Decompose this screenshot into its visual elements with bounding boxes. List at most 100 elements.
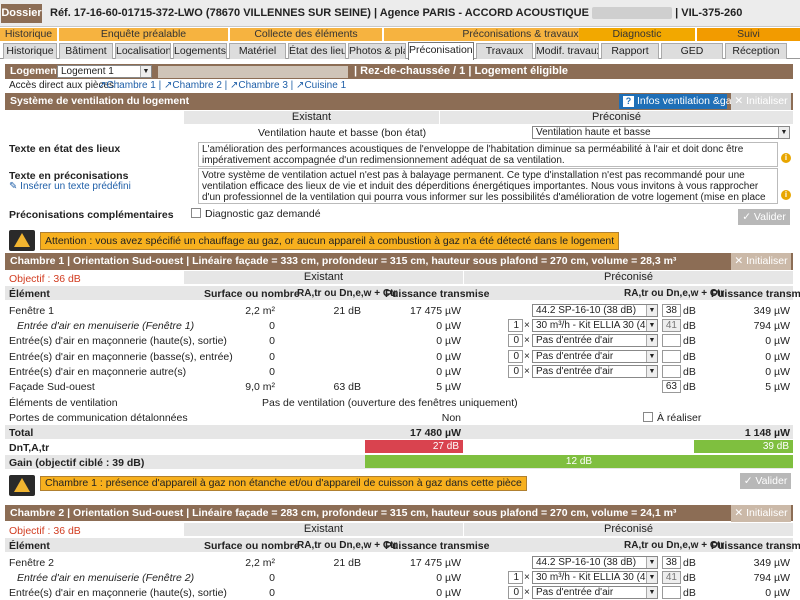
row-product-select[interactable]: Pas d'entrée d'air ▼ bbox=[532, 350, 658, 363]
tab-preconisations[interactable]: Préconisations bbox=[408, 42, 474, 60]
tab-modif-travaux[interactable]: Modif. travaux bbox=[535, 43, 599, 59]
row-db-input[interactable] bbox=[662, 334, 681, 347]
row-db-input: 41 bbox=[662, 571, 681, 584]
info-ventilation-button[interactable]: ? Infos ventilation &gaz bbox=[619, 94, 737, 109]
room-header: Chambre 2 | Orientation Sud-ouest | Liné… bbox=[5, 505, 793, 521]
inserer-texte-label: Insérer un texte prédéfini bbox=[20, 181, 131, 192]
row-db-input: 41 bbox=[662, 319, 681, 332]
times-icon: × bbox=[524, 366, 530, 377]
row-db-input[interactable] bbox=[662, 365, 681, 378]
phase-enquete[interactable]: Enquête préalable bbox=[59, 28, 228, 41]
col-existant-header: Existant bbox=[184, 523, 463, 536]
row-multiplier-input[interactable]: 0 bbox=[508, 350, 523, 363]
puissance-header: Puissance transmise bbox=[385, 288, 490, 300]
row-ratr: 63 dB bbox=[333, 381, 361, 393]
wrench-icon: ✕ bbox=[734, 255, 747, 267]
times-icon: × bbox=[524, 320, 530, 331]
room-valider-label: Valider bbox=[755, 475, 788, 487]
row-multiplier-input[interactable]: 1 bbox=[508, 319, 523, 332]
phase-historique[interactable]: Historique bbox=[0, 28, 57, 41]
row-db-unit: dB bbox=[683, 572, 696, 584]
tab-localisation[interactable]: Localisation bbox=[115, 43, 171, 59]
row-multiplier-input[interactable]: 0 bbox=[508, 334, 523, 347]
header-bar: Dossier Réf. 17-16-60-01715-372-LWO (786… bbox=[0, 0, 800, 27]
phase-diagnostic[interactable]: Diagnostic bbox=[579, 28, 695, 41]
dnt-label: DnT,A,tr bbox=[9, 442, 50, 454]
col-existant-header: Existant bbox=[184, 271, 463, 284]
prec-textarea[interactable]: Votre système de ventilation actuel n'es… bbox=[198, 168, 778, 204]
times-icon: × bbox=[524, 335, 530, 346]
row-surface: 0 bbox=[269, 320, 275, 332]
etat-textarea[interactable]: L'amélioration des performances acoustiq… bbox=[198, 142, 778, 167]
row-product-select[interactable]: 44.2 SP-16-10 (38 dB) ▼ bbox=[532, 304, 658, 317]
ventilation-select[interactable]: Ventilation haute et basse ▼ bbox=[532, 126, 790, 139]
chevron-down-icon: ▼ bbox=[646, 351, 657, 362]
row-element: Façade Sud-ouest bbox=[9, 381, 95, 393]
check-icon: ✓ bbox=[742, 211, 754, 223]
row-multiplier-input[interactable]: 1 bbox=[508, 571, 523, 584]
row-db-unit: dB bbox=[683, 351, 696, 363]
row-db-unit: dB bbox=[683, 366, 696, 378]
link-cuisine-1[interactable]: Cuisine 1 bbox=[304, 80, 346, 91]
row-multiplier-input[interactable]: 0 bbox=[508, 586, 523, 599]
total-preconise: 1 148 µW bbox=[744, 427, 790, 439]
row-element: Fenêtre 2 bbox=[9, 557, 54, 569]
row-multiplier-input[interactable]: 0 bbox=[508, 365, 523, 378]
logement-select[interactable]: Logement 1 ▼ bbox=[57, 65, 152, 78]
row-puissance-prec: 794 µW bbox=[753, 572, 790, 584]
row-db-input[interactable]: 63 bbox=[662, 380, 681, 393]
row-surface: 0 bbox=[269, 587, 275, 599]
chevron-down-icon: ▼ bbox=[646, 366, 657, 377]
tab-ged[interactable]: GED bbox=[661, 43, 723, 59]
room-initialiser-button[interactable]: ✕ Initialiser bbox=[731, 253, 791, 270]
realiser-label: À réaliser bbox=[657, 412, 702, 424]
tab-etat-des-lieux[interactable]: État des lieux bbox=[288, 43, 346, 59]
tab-logements[interactable]: Logements bbox=[173, 43, 227, 59]
etat-label: Texte en état des lieux bbox=[9, 143, 121, 155]
row-db-input[interactable] bbox=[662, 586, 681, 599]
tab-travaux[interactable]: Travaux bbox=[476, 43, 533, 59]
row-db-input[interactable] bbox=[662, 350, 681, 363]
gaz-checkbox[interactable] bbox=[191, 208, 201, 218]
row-product-select[interactable]: Pas d'entrée d'air ▼ bbox=[532, 586, 658, 599]
row-element: Entrée(s) d'air en maçonnerie (haute(s),… bbox=[9, 587, 227, 599]
row-product-select[interactable]: 44.2 SP-16-10 (38 dB) ▼ bbox=[532, 556, 658, 569]
tab-materiel[interactable]: Matériel bbox=[229, 43, 286, 59]
realiser-checkbox[interactable] bbox=[643, 412, 653, 422]
row-product-select[interactable]: 30 m³/h - Kit ELLIA 30 (41 dB) ▼ bbox=[532, 319, 658, 332]
initialiser-button[interactable]: ✕ Initialiser bbox=[731, 93, 791, 110]
row-puissance: 17 475 µW bbox=[410, 557, 461, 569]
info-icon: i bbox=[781, 153, 791, 163]
row-product-select[interactable]: Pas d'entrée d'air ▼ bbox=[532, 334, 658, 347]
link-chambre-3[interactable]: Chambre 3 bbox=[238, 80, 287, 91]
gaz-label: Diagnostic gaz demandé bbox=[205, 208, 321, 220]
row-db-input[interactable]: 38 bbox=[662, 304, 681, 317]
link-chambre-1[interactable]: Chambre 1 bbox=[106, 80, 155, 91]
link-chambre-2[interactable]: Chambre 2 bbox=[172, 80, 221, 91]
room-header: Chambre 1 | Orientation Sud-ouest | Liné… bbox=[5, 253, 793, 270]
row-product-value: Pas d'entrée d'air bbox=[536, 351, 614, 362]
row-product-select[interactable]: 30 m³/h - Kit ELLIA 30 (41 dB) ▼ bbox=[532, 571, 658, 584]
dossier-reference: Réf. 17-16-60-01715-372-LWO (78670 VILLE… bbox=[50, 0, 742, 27]
warning-gas-icon bbox=[9, 230, 35, 251]
row-db-input[interactable]: 38 bbox=[662, 556, 681, 569]
phase-suivi[interactable]: Suivi bbox=[697, 28, 800, 41]
inserer-texte-link[interactable]: ✎ Insérer un texte prédéfini bbox=[9, 181, 131, 192]
chevron-down-icon: ▼ bbox=[646, 305, 657, 316]
logement-select-value: Logement 1 bbox=[61, 66, 114, 77]
valider-button[interactable]: ✓ Valider bbox=[738, 209, 790, 225]
question-icon: ? bbox=[623, 96, 634, 107]
tab-batiment[interactable]: Bâtiment bbox=[59, 43, 113, 59]
edit-icon: ✎ bbox=[9, 181, 21, 192]
row-puissance-prec: 0 µW bbox=[765, 335, 790, 347]
room-title: Chambre 1 | Orientation Sud-ouest | Liné… bbox=[10, 255, 677, 267]
chevron-down-icon: ▼ bbox=[646, 320, 657, 331]
row-product-select[interactable]: Pas d'entrée d'air ▼ bbox=[532, 365, 658, 378]
tab-rapport[interactable]: Rapport bbox=[601, 43, 659, 59]
room-initialiser-button[interactable]: ✕ Initialiser bbox=[731, 505, 791, 522]
tab-photos-plans[interactable]: Photos & plans bbox=[348, 43, 406, 59]
tab-historique[interactable]: Historique bbox=[3, 43, 57, 59]
phase-collecte[interactable]: Collecte des éléments bbox=[230, 28, 382, 41]
tab-reception[interactable]: Réception bbox=[725, 43, 787, 59]
room-valider-button[interactable]: ✓ Valider bbox=[740, 473, 791, 489]
